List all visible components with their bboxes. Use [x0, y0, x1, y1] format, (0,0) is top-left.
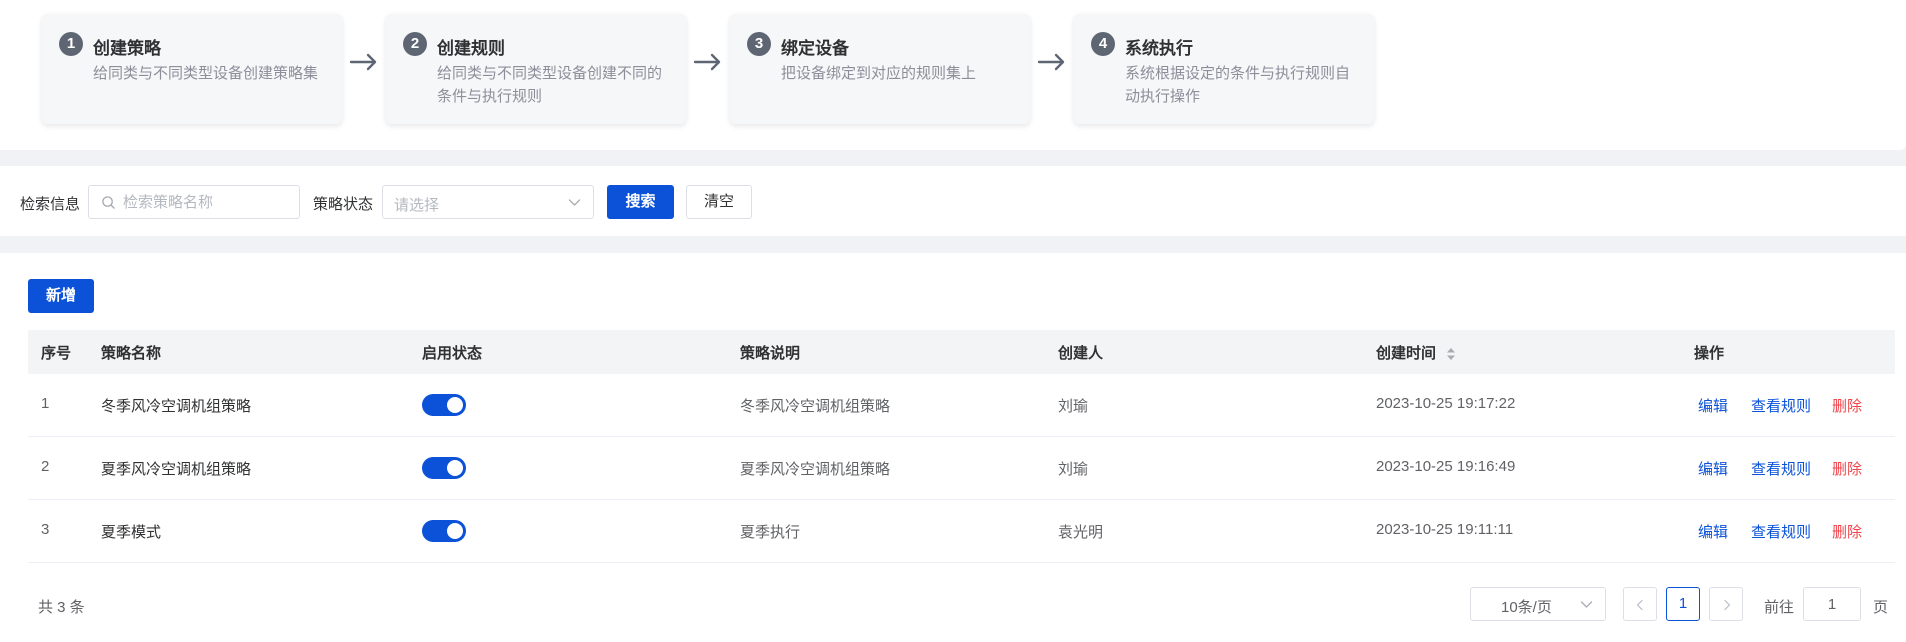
- step-card-create-strategy: 1 创建策略 给同类与不同类型设备创建策略集: [42, 14, 342, 124]
- arrow-right-icon: [693, 53, 721, 71]
- column-header-status: 启用状态: [422, 345, 483, 362]
- table-row: 2 夏季风冷空调机组策略 夏季风冷空调机组策略 刘瑜 2023-10-25 19…: [28, 437, 1895, 500]
- step-title: 创建策略: [93, 39, 161, 58]
- toggle-knob: [447, 397, 463, 413]
- search-info-label: 检索信息: [20, 196, 81, 213]
- column-header-description: 策略说明: [740, 345, 801, 362]
- row-creator: 刘瑜: [1058, 461, 1089, 478]
- view-rules-link[interactable]: 查看规则: [1751, 395, 1811, 416]
- step-title: 绑定设备: [781, 39, 849, 58]
- search-input[interactable]: [123, 186, 293, 218]
- step-title: 系统执行: [1125, 39, 1193, 58]
- column-header-name: 策略名称: [101, 345, 162, 362]
- page-size-select[interactable]: 10条/页: [1470, 587, 1606, 621]
- toggle-knob: [447, 460, 463, 476]
- column-header-actions: 操作: [1694, 345, 1725, 362]
- select-placeholder: 请选择: [394, 197, 440, 214]
- row-index: 2: [41, 458, 50, 475]
- steps-panel: 1 创建策略 给同类与不同类型设备创建策略集 2 创建规则 给同类与不同类型设备…: [0, 0, 1906, 150]
- step-description: 给同类与不同类型设备创建不同的条件与执行规则: [437, 65, 663, 105]
- edit-link[interactable]: 编辑: [1698, 458, 1728, 479]
- goto-page-input[interactable]: [1803, 587, 1861, 621]
- step-card-bind-devices: 3 绑定设备 把设备绑定到对应的规则集上: [730, 14, 1030, 124]
- step-number: 1: [59, 32, 83, 56]
- step-number: 2: [403, 32, 427, 56]
- step-card-system-execute: 4 系统执行 系统根据设定的条件与执行规则自动执行操作: [1074, 14, 1374, 124]
- clear-button[interactable]: 清空: [686, 185, 752, 219]
- row-created-time: 2023-10-25 19:17:22: [1376, 395, 1516, 412]
- delete-link[interactable]: 删除: [1832, 395, 1862, 416]
- chevron-down-icon: [1580, 601, 1593, 608]
- sort-icon[interactable]: [1446, 346, 1456, 362]
- row-strategy-description: 冬季风冷空调机组策略: [740, 398, 891, 415]
- view-rules-link[interactable]: 查看规则: [1751, 521, 1811, 542]
- strategy-table: 序号 策略名称 启用状态 策略说明 创建人 创建时间 操作 1 冬季风冷空调机组…: [28, 330, 1895, 563]
- edit-link[interactable]: 编辑: [1698, 521, 1728, 542]
- row-created-time: 2023-10-25 19:11:11: [1376, 521, 1514, 538]
- strategy-status-select[interactable]: 请选择: [382, 185, 594, 219]
- enable-toggle[interactable]: [422, 394, 466, 416]
- total-count: 共 3 条: [38, 599, 85, 616]
- page-unit-label: 页: [1873, 599, 1889, 616]
- column-header-created-time[interactable]: 创建时间: [1376, 342, 1456, 363]
- step-title: 创建规则: [437, 39, 505, 58]
- step-description: 把设备绑定到对应的规则集上: [781, 65, 977, 82]
- table-row: 1 冬季风冷空调机组策略 冬季风冷空调机组策略 刘瑜 2023-10-25 19…: [28, 374, 1895, 437]
- add-button[interactable]: 新增: [28, 279, 94, 313]
- row-strategy-name: 夏季风冷空调机组策略: [101, 461, 252, 478]
- table-header: 序号 策略名称 启用状态 策略说明 创建人 创建时间 操作: [28, 330, 1895, 374]
- enable-toggle[interactable]: [422, 457, 466, 479]
- row-creator: 袁光明: [1058, 524, 1104, 541]
- delete-link[interactable]: 删除: [1832, 458, 1862, 479]
- goto-label: 前往: [1764, 599, 1795, 616]
- row-index: 1: [41, 395, 50, 412]
- page-size-value: 10条/页: [1501, 599, 1552, 616]
- table-panel: 新增 序号 策略名称 启用状态 策略说明 创建人 创建时间 操作 1 冬季风冷空…: [0, 253, 1906, 642]
- row-creator: 刘瑜: [1058, 398, 1089, 415]
- arrow-right-icon: [1037, 53, 1065, 71]
- column-header-creator: 创建人: [1058, 345, 1104, 362]
- row-strategy-name: 夏季模式: [101, 524, 162, 541]
- search-icon: [102, 196, 115, 209]
- step-description: 系统根据设定的条件与执行规则自动执行操作: [1125, 65, 1351, 105]
- table-row: 3 夏季模式 夏季执行 袁光明 2023-10-25 19:11:11 编辑 查…: [28, 500, 1895, 563]
- column-header-index: 序号: [41, 345, 72, 362]
- step-number: 4: [1091, 32, 1115, 56]
- row-strategy-description: 夏季执行: [740, 524, 801, 541]
- row-strategy-description: 夏季风冷空调机组策略: [740, 461, 891, 478]
- chevron-right-icon: [1724, 599, 1731, 611]
- search-panel: 检索信息 策略状态 请选择 搜索 清空: [0, 166, 1906, 236]
- toggle-knob: [447, 523, 463, 539]
- column-header-created-label: 创建时间: [1376, 345, 1437, 362]
- delete-link[interactable]: 删除: [1832, 521, 1862, 542]
- row-created-time: 2023-10-25 19:16:49: [1376, 458, 1516, 475]
- chevron-down-icon: [568, 199, 581, 206]
- page-number-current[interactable]: 1: [1666, 587, 1700, 621]
- prev-page-button[interactable]: [1623, 587, 1657, 621]
- row-strategy-name: 冬季风冷空调机组策略: [101, 398, 252, 415]
- edit-link[interactable]: 编辑: [1698, 395, 1728, 416]
- view-rules-link[interactable]: 查看规则: [1751, 458, 1811, 479]
- strategy-status-label: 策略状态: [313, 196, 374, 213]
- step-number: 3: [747, 32, 771, 56]
- row-index: 3: [41, 521, 50, 538]
- step-card-create-rules: 2 创建规则 给同类与不同类型设备创建不同的条件与执行规则: [386, 14, 686, 124]
- chevron-left-icon: [1636, 599, 1643, 611]
- enable-toggle[interactable]: [422, 520, 466, 542]
- strategy-name-search[interactable]: [88, 185, 300, 219]
- arrow-right-icon: [349, 53, 377, 71]
- next-page-button[interactable]: [1709, 587, 1743, 621]
- step-description: 给同类与不同类型设备创建策略集: [93, 65, 319, 82]
- search-button[interactable]: 搜索: [607, 185, 674, 219]
